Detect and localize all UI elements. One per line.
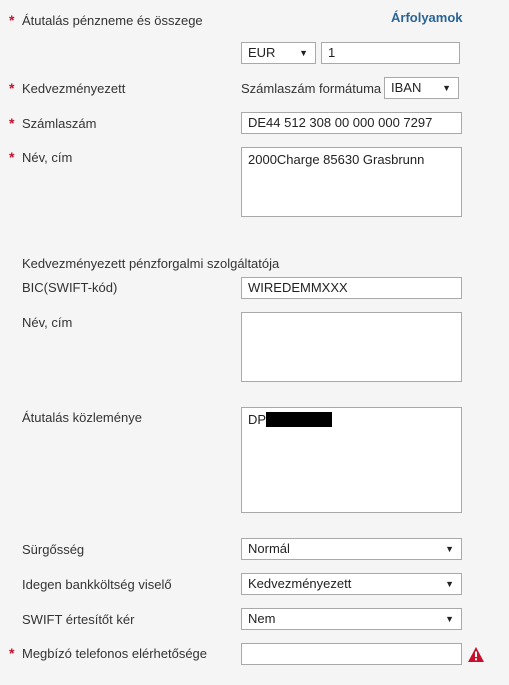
currency-value: EUR <box>248 45 276 60</box>
required-marker: * <box>9 12 15 28</box>
swift-notice-value: Nem <box>248 611 276 626</box>
chevron-down-icon: ▼ <box>445 579 454 589</box>
account-number-input[interactable]: DE44 512 308 00 000 000 7297 <box>241 112 462 134</box>
bank-fee-select[interactable]: Kedvezményezett ▼ <box>241 573 462 595</box>
beneficiary-label: Kedvezményezett <box>22 81 126 96</box>
required-marker: * <box>9 80 15 96</box>
account-format-select[interactable]: IBAN ▼ <box>384 77 459 99</box>
account-format-label: Számlaszám formátuma <box>241 81 382 96</box>
amount-input[interactable]: 1 <box>321 42 460 64</box>
name-address-textarea[interactable]: 2000Charge 85630 Grasbrunn <box>241 147 462 217</box>
bank-fee-value: Kedvezményezett <box>248 576 352 591</box>
bic-input[interactable]: WIREDEMMXXX <box>241 277 462 299</box>
bic-label: BIC(SWIFT-kód) <box>22 280 118 295</box>
swift-notice-label: SWIFT értesítőt kér <box>22 612 135 627</box>
account-format-value: IBAN <box>391 80 422 95</box>
provider-name-address-textarea[interactable] <box>241 312 462 382</box>
bank-fee-label: Idegen bankköltség viselő <box>22 577 172 592</box>
redacted-block <box>266 412 333 427</box>
urgency-label: Sürgősség <box>22 542 85 557</box>
chevron-down-icon: ▼ <box>445 614 454 624</box>
memo-textarea[interactable]: DP <box>241 407 462 513</box>
warning-icon <box>468 647 484 662</box>
chevron-down-icon: ▼ <box>445 544 454 554</box>
memo-label: Átutalás közleménye <box>22 410 142 425</box>
required-marker: * <box>9 645 15 661</box>
chevron-down-icon: ▼ <box>442 83 451 93</box>
account-number-label: Számlaszám <box>22 116 97 131</box>
swift-notice-select[interactable]: Nem ▼ <box>241 608 462 630</box>
currency-select[interactable]: EUR ▼ <box>241 42 316 64</box>
provider-heading: Kedvezményezett pénzforgalmi szolgáltató… <box>22 256 280 271</box>
chevron-down-icon: ▼ <box>299 48 308 58</box>
urgency-value: Normál <box>248 541 290 556</box>
transfer-currency-label: Átutalás pénzneme és összege <box>22 13 203 28</box>
phone-label: Megbízó telefonos elérhetősége <box>22 646 208 661</box>
memo-text: DP <box>248 412 267 427</box>
exchange-rates-link[interactable]: Árfolyamok <box>391 10 463 25</box>
required-marker: * <box>9 149 15 165</box>
urgency-select[interactable]: Normál ▼ <box>241 538 462 560</box>
name-address-label: Név, cím <box>22 150 73 165</box>
phone-input[interactable] <box>241 643 462 665</box>
provider-name-address-label: Név, cím <box>22 315 73 330</box>
required-marker: * <box>9 115 15 131</box>
